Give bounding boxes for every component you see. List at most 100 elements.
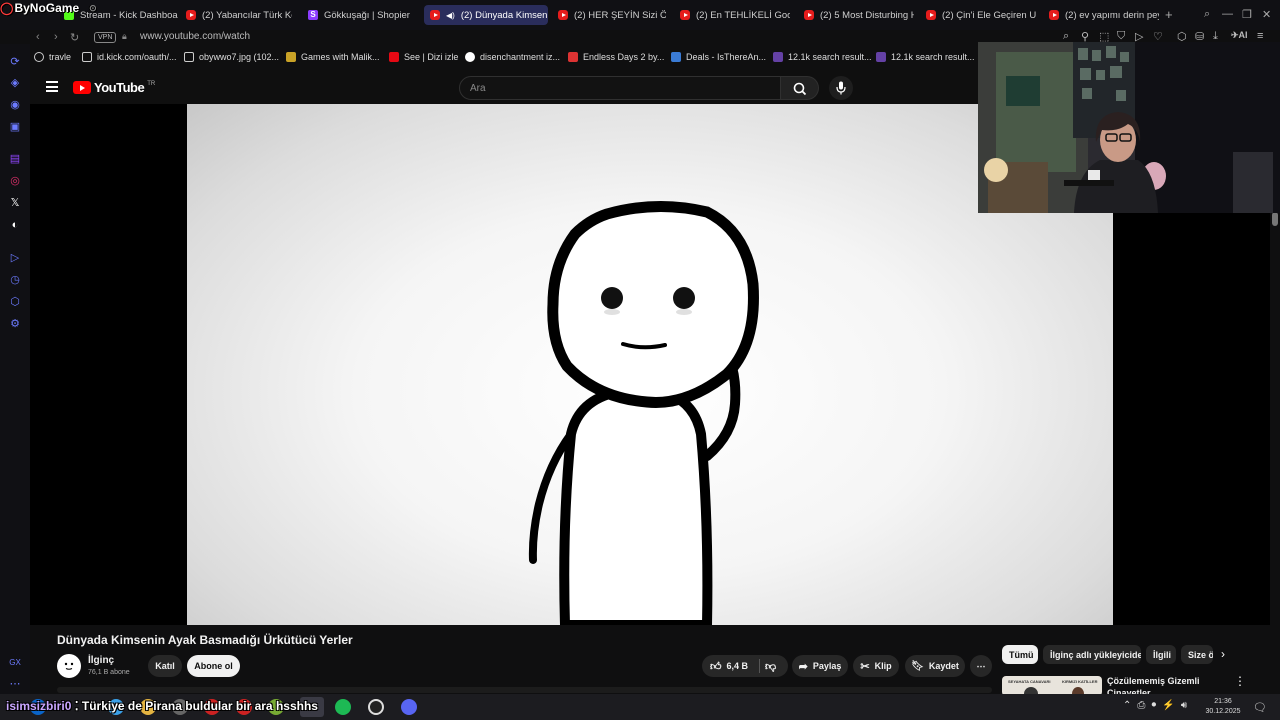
system-tray[interactable]: ⌃⎙⏺⚡🔊︎	[1123, 700, 1193, 711]
hamburger-menu-icon[interactable]	[46, 81, 58, 92]
stream-overlay-brand: ◯ ByNoGame ⊙	[0, 0, 97, 16]
ticker-separator: ⁚	[74, 699, 82, 713]
voice-search-button[interactable]	[829, 76, 853, 100]
maximize-icon[interactable]: ❐	[1242, 8, 1252, 21]
stick-figure-frame	[528, 200, 759, 625]
youtube-icon	[804, 10, 814, 20]
subscribe-button[interactable]: Abone ol	[187, 655, 240, 677]
bookmark-search-results-2[interactable]: 12.1k search result...	[876, 52, 975, 62]
tab-shopier[interactable]: S Gökkuşağı | Shopier	[302, 5, 414, 25]
more-actions-button[interactable]: ⋯	[970, 655, 992, 677]
bookmark-disenchantment[interactable]: disenchantment iz...	[465, 52, 560, 62]
smiley-avatar-icon	[64, 662, 74, 670]
notification-icon[interactable]: 🗨︎	[1253, 701, 1267, 714]
twitch-sidebar-icon[interactable]: ▤	[8, 152, 22, 166]
tab-her-seyin[interactable]: (2) HER ŞEYİN Sizi Öldür	[552, 5, 666, 25]
instagram-sidebar-icon[interactable]: ◎	[8, 174, 22, 188]
vpn-badge[interactable]: VPN	[94, 32, 117, 43]
bookmark-see-dizi[interactable]: See | Dizi izle	[389, 52, 458, 62]
gx-menu-icon[interactable]: ⊙	[89, 3, 97, 14]
join-button[interactable]: Katıl	[148, 655, 182, 677]
tab-dunyada-kimsenin[interactable]: ◀) (2) Dünyada Kimsenin	[424, 5, 548, 25]
tab-en-tehlikeli[interactable]: (2) En TEHLİKELİ Google	[674, 5, 790, 25]
bookmark-obywwo7[interactable]: obywwo7.jpg (102...	[184, 52, 279, 62]
obs-icon[interactable]	[368, 699, 384, 715]
youtube-logo[interactable]: YouTube TR	[73, 80, 155, 95]
messenger-sidebar-icon[interactable]: ◉	[8, 98, 22, 112]
history-sidebar-icon[interactable]: ◷	[8, 273, 22, 287]
bookmark-search-results-1[interactable]: 12.1k search result...	[773, 52, 872, 62]
tab-5-most-disturbing[interactable]: (2) 5 Most Disturbing Hu	[798, 5, 914, 25]
more-sidebar-icon[interactable]: ⋯	[8, 677, 22, 691]
audio-playing-icon[interactable]: ◀)	[446, 11, 455, 20]
bookmark-games-with-malik[interactable]: Games with Malik...	[286, 52, 380, 62]
ai-icon[interactable]: ✈AI	[1231, 30, 1248, 41]
tab-ev-yapimi[interactable]: (2) ev yapımı derin peyn	[1043, 5, 1159, 25]
video-title: Dünyada Kimsenin Ayak Basmadığı Ürkütücü…	[57, 633, 353, 647]
tab-yabancilar[interactable]: (2) Yabancılar Türk Kork	[180, 5, 292, 25]
menu-icon[interactable]: ≡	[1257, 30, 1263, 42]
dislike-button[interactable]: 👎︎	[765, 660, 776, 673]
bookmark-endless-days[interactable]: Endless Days 2 by...	[568, 52, 664, 62]
settings-sidebar-icon[interactable]: ⚙	[8, 317, 22, 331]
search-input[interactable]	[459, 76, 781, 100]
chip-for-you[interactable]: Size ö	[1181, 645, 1213, 664]
bookmark-label: travle	[49, 52, 72, 62]
subscribe-label: Abone ol	[194, 661, 233, 671]
refresh-sidebar-icon[interactable]: ⟳	[8, 55, 22, 69]
like-button[interactable]: 👍︎ 6,4 B	[710, 660, 748, 673]
chip-from-uploader[interactable]: İlginç adlı yükleyiciden	[1043, 645, 1141, 664]
channel-name[interactable]: İlginç	[88, 655, 114, 666]
video-player[interactable]	[187, 104, 1113, 625]
bookmark-travle[interactable]: travle	[34, 52, 71, 62]
youtube-icon	[558, 10, 568, 20]
x-sidebar-icon[interactable]: 𝕏	[8, 196, 22, 210]
taskbar-clock[interactable]: 21:36 30.12.2025	[1200, 697, 1246, 717]
gx-corner-icon[interactable]: GX	[8, 656, 22, 670]
share-button[interactable]: ➦ Paylaş	[792, 655, 848, 677]
join-label: Katıl	[155, 661, 175, 671]
chip-related[interactable]: İlgili	[1146, 645, 1176, 664]
webcam-feed	[978, 42, 1280, 213]
chip-all[interactable]: Tümü	[1002, 645, 1038, 664]
save-button[interactable]: 🔖︎ Kaydet	[905, 655, 965, 677]
opera-logo-icon: ◯	[0, 1, 14, 15]
close-window-icon[interactable]: ✕	[1262, 8, 1271, 21]
spotify-icon[interactable]	[335, 699, 351, 715]
google-icon	[465, 52, 475, 62]
recommendation-thumbnail[interactable]: SEYAHATA CANAVARI KIRMIZI KATİLLER	[1002, 676, 1102, 696]
back-icon[interactable]: ‹	[36, 31, 40, 43]
recommendation-menu-icon[interactable]: ⋮	[1234, 674, 1246, 688]
chip-next-icon[interactable]: ›	[1221, 647, 1225, 661]
shopier-icon: S	[308, 10, 318, 20]
search-button[interactable]	[781, 76, 819, 100]
clip-button[interactable]: ✂ Klip	[853, 655, 899, 677]
tab-cini-ele-geciren[interactable]: (2) Çin'i Ele Geçiren Uyg	[920, 5, 1036, 25]
minimize-icon[interactable]: —	[1222, 8, 1233, 20]
chat-ticker: isimsizbiri0 ⁚ Türkiye de Pirana buldula…	[6, 699, 318, 713]
address-url[interactable]: www.youtube.com/watch	[140, 31, 250, 42]
page-icon	[184, 52, 194, 62]
forward-icon[interactable]: ›	[54, 31, 58, 43]
new-tab-button[interactable]: +	[1165, 7, 1173, 22]
extensions-sidebar-icon[interactable]: ⬡	[8, 295, 22, 309]
bookmark-kick-oauth[interactable]: id.kick.com/oauth/...	[82, 52, 177, 62]
reload-icon[interactable]: ↻	[70, 31, 79, 44]
music-sidebar-icon[interactable]: ▣	[8, 120, 22, 134]
tab-label: (2) ev yapımı derin peyn	[1065, 9, 1159, 21]
discord-icon[interactable]	[401, 699, 417, 715]
video-letterbox-right	[1113, 212, 1270, 625]
description-box-edge	[57, 687, 992, 693]
page-scrollbar[interactable]	[1272, 212, 1278, 226]
globe-icon	[34, 52, 44, 62]
channel-avatar[interactable]	[57, 654, 81, 678]
clock-date: 30.12.2025	[1205, 708, 1241, 715]
lock-icon[interactable]: 🔒︎	[122, 31, 127, 42]
search-tabs-icon[interactable]: ⌕	[1204, 8, 1210, 21]
bookmark-deals[interactable]: Deals - IsThereAn...	[671, 52, 766, 62]
ai-sidebar-icon[interactable]: ◈	[8, 76, 22, 90]
player-sidebar-icon[interactable]: ▷	[8, 251, 22, 265]
discord-sidebar-icon[interactable]: ◐	[8, 218, 22, 232]
bookmark-label: obywwo7.jpg (102...	[199, 52, 280, 62]
ticker-message: Türkiye de Pirana buldular bir ara hsshh…	[81, 699, 318, 713]
